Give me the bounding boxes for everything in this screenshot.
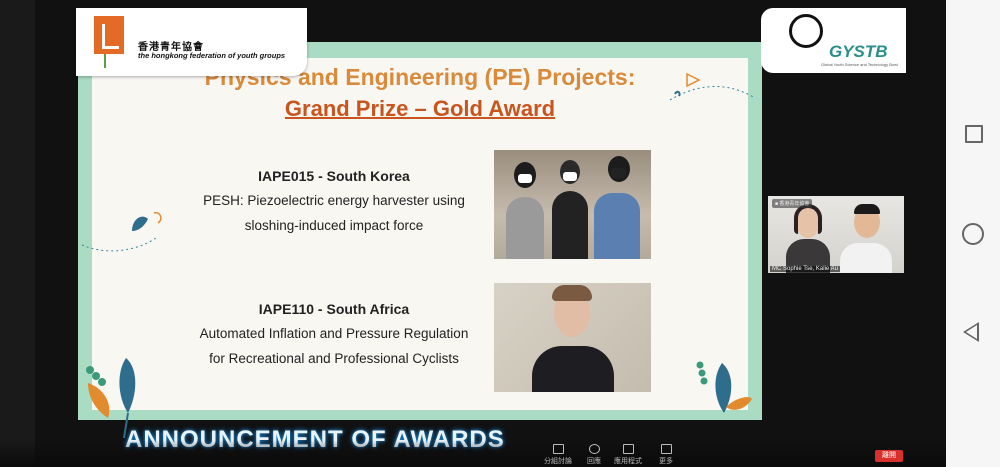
slide-title-award: Grand Prize – Gold Award bbox=[92, 96, 748, 122]
home-icon[interactable] bbox=[962, 223, 984, 245]
project-description-line2: for Recreational and Professional Cyclis… bbox=[209, 351, 459, 366]
student-photo-south-africa bbox=[494, 283, 651, 392]
gystb-tagline: Global Youth Science and Technology Bowl bbox=[821, 62, 898, 67]
hkfyg-mark-icon bbox=[94, 16, 124, 54]
breakout-rooms-button[interactable]: 分組討論 bbox=[538, 444, 578, 466]
apps-button[interactable]: 應用程式 bbox=[608, 444, 648, 466]
smile-icon bbox=[588, 444, 600, 454]
left-edge-strip bbox=[0, 0, 35, 467]
back-icon[interactable] bbox=[963, 322, 979, 342]
hkfyg-english-name: the hongkong federation of youth groups bbox=[138, 51, 286, 60]
project-entry-2: IAPE110 - South Africa Automated Inflati… bbox=[175, 301, 493, 371]
gystb-name: GYSTB bbox=[829, 42, 888, 61]
project-description-line2: sloshing-induced impact force bbox=[244, 218, 424, 233]
grid-icon bbox=[552, 444, 564, 454]
team-photo-korea bbox=[494, 150, 651, 259]
hkfyg-logo: 香港青年協會 the hongkong federation of youth … bbox=[76, 8, 307, 76]
leave-button[interactable]: 離開 bbox=[875, 450, 903, 462]
sprout-icon bbox=[104, 54, 114, 68]
meeting-screen: Physics and Engineering (PE) Projects: G… bbox=[0, 0, 946, 467]
globe-icon bbox=[789, 14, 823, 48]
project-code: IAPE015 - South Korea bbox=[258, 168, 410, 184]
dotted-line-decoration-icon bbox=[81, 237, 157, 252]
project-entry-1: IAPE015 - South Korea PESH: Piezoelectri… bbox=[175, 168, 493, 238]
project-description-line1: Automated Inflation and Pressure Regulat… bbox=[199, 326, 469, 341]
video-host-tag: ■ 香港青年協會 bbox=[772, 199, 813, 208]
gystb-logo: GYSTB Global Youth Science and Technolog… bbox=[761, 8, 906, 73]
recent-apps-icon[interactable] bbox=[965, 125, 983, 143]
project-description-line1: PESH: Piezoelectric energy harvester usi… bbox=[203, 193, 465, 208]
apps-icon bbox=[622, 444, 634, 454]
leaf-decoration-right-icon bbox=[696, 361, 752, 413]
slide-title-award-text: Grand Prize – Gold Award bbox=[284, 96, 556, 121]
more-button[interactable]: 更多 bbox=[646, 444, 686, 466]
more-icon bbox=[660, 444, 672, 454]
project-code: IAPE110 - South Africa bbox=[258, 301, 410, 317]
participant-video-tile[interactable]: ■ 香港青年協會 MC Sophie Tse, Kalie Au bbox=[768, 196, 904, 273]
meeting-toolbar bbox=[0, 440, 946, 467]
participant-name-label: MC Sophie Tse, Kalie Au bbox=[770, 266, 840, 272]
